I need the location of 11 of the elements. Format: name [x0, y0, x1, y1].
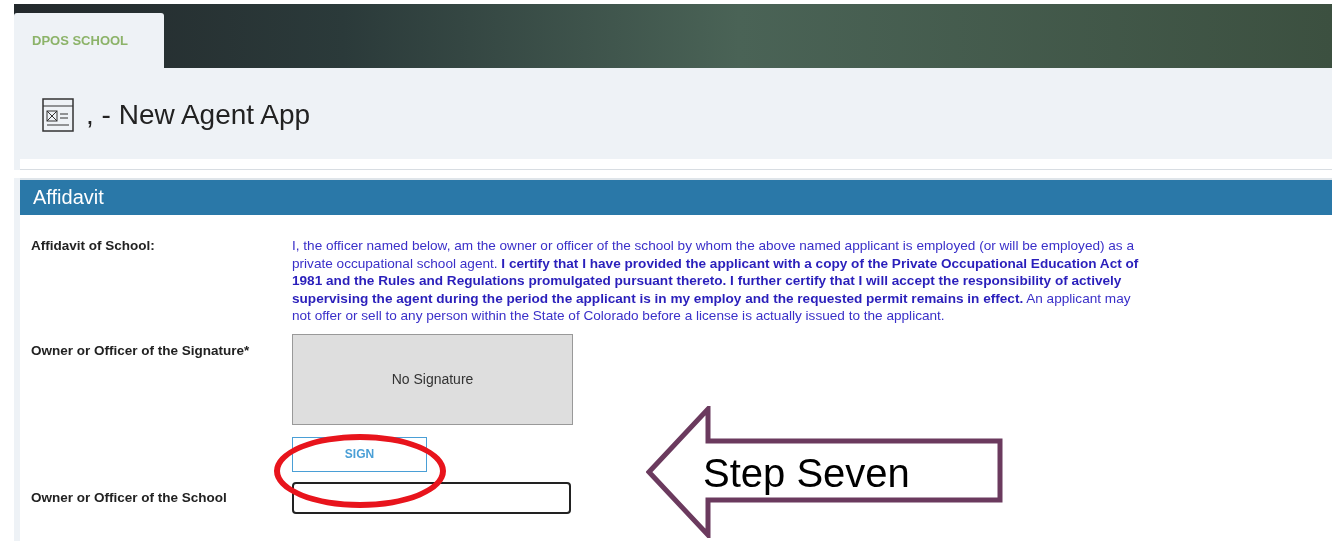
section-header: Affidavit [20, 178, 1332, 215]
field-label: Affidavit of School: [31, 237, 156, 255]
form-icon [42, 98, 74, 132]
page-title: , - New Agent App [86, 99, 311, 131]
school-tab[interactable]: DPOS SCHOOL [14, 13, 164, 68]
annotation-text: Step Seven [703, 450, 910, 497]
field-label: Owner or Officer of the Signature* [31, 341, 251, 360]
field-label: Owner or Officer of the School [31, 488, 228, 507]
input-field[interactable] [292, 481, 571, 514]
signature-field[interactable]: No Signature [292, 333, 573, 425]
affidavit-text: I, the officer named below, am the owner or officer of the school by whom the above named applicant is employed (or will be employed) as a private occupational school agent. I certify that I have provided the applicant with a copy of the Private Occupational Education Act of 1981 and the Rules and Regulations promulgated pursuant thereto. I further certify that I will accept the responsibility of actively supervising the agent during the period the applicant is in my employ and the requested permit remains in effect. An applicant may not offer or sell to any person within the State of Colorado before a license is actually issued to the applicant. [292, 237, 1140, 325]
